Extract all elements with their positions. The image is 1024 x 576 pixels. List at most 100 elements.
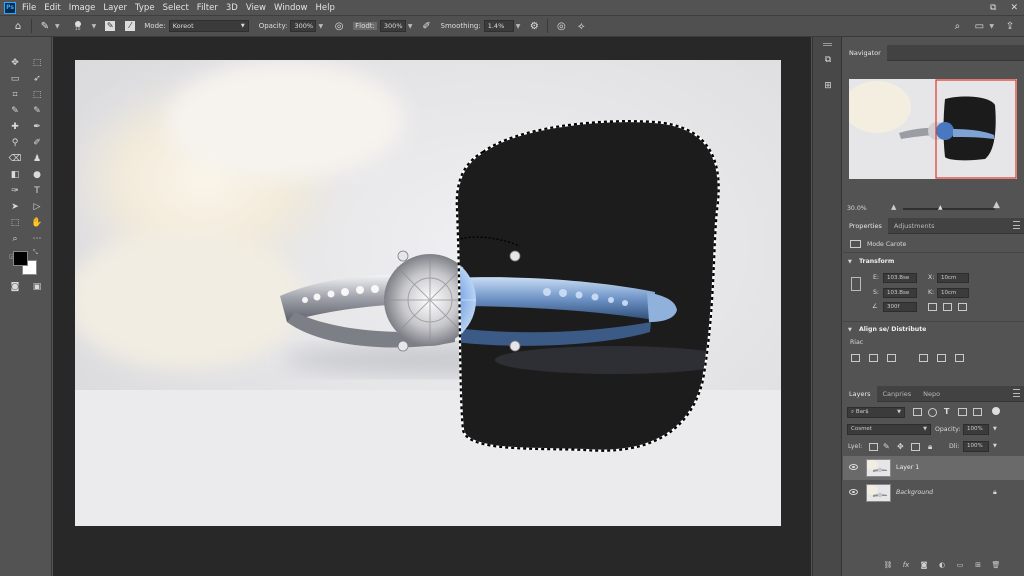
visibility-eye-icon[interactable] (849, 489, 858, 495)
properties-panel-icon[interactable]: ⊞ (821, 81, 835, 93)
panel-menu-icon[interactable] (1013, 221, 1020, 229)
filter-toggle-icon[interactable] (992, 407, 1000, 415)
menu-select[interactable]: Select (163, 3, 189, 13)
chevron-down-icon[interactable]: ▼ (92, 23, 97, 30)
align-top-icon[interactable] (919, 354, 928, 362)
align-right-icon[interactable] (887, 354, 896, 362)
flow-input[interactable]: 300% (379, 20, 406, 32)
tab-channels[interactable]: Canpries (877, 386, 918, 402)
chevron-down-icon[interactable]: ▼ (989, 23, 994, 30)
tab-navigator[interactable]: Navigator (843, 44, 887, 61)
align-bottom-icon[interactable] (955, 354, 964, 362)
menu-file[interactable]: File (22, 3, 36, 13)
close-window-icon[interactable]: ✕ (1010, 3, 1018, 13)
filter-adjustment-icon[interactable] (928, 408, 937, 417)
lock-transparency-icon[interactable] (869, 443, 878, 451)
new-adjustment-layer-icon[interactable]: ◐ (937, 561, 947, 570)
menu-type[interactable]: Type (135, 3, 155, 13)
brush-tool-preset-icon[interactable]: ✎ (37, 19, 53, 33)
pressure-size-icon[interactable]: ◎ (553, 19, 569, 33)
layer-opacity-input[interactable]: 100% (963, 424, 989, 435)
smoothing-input[interactable]: 1.4% (483, 20, 514, 32)
pen-tool-icon[interactable]: ✑ (8, 185, 22, 197)
zoom-in-icon[interactable]: ▲ (993, 200, 1000, 210)
home-icon[interactable]: ⌂ (10, 19, 26, 33)
tab-adjustments[interactable]: Adjustments (888, 218, 941, 234)
navigator-zoom-slider[interactable] (903, 208, 995, 210)
navigator-zoom-value[interactable]: 30.0% (847, 205, 867, 212)
new-group-icon[interactable]: ▭ (955, 561, 965, 570)
eraser-tool-icon[interactable]: ⌫ (8, 153, 22, 165)
stamp-tool-icon[interactable]: ♟ (30, 153, 44, 165)
panel-menu-icon[interactable] (1013, 389, 1020, 397)
pressure-opacity-icon[interactable]: ◎ (331, 19, 347, 33)
foreground-color-swatch[interactable] (13, 251, 28, 266)
hand-tool-icon[interactable]: ✋ (30, 217, 44, 229)
angle-input[interactable]: 300f (883, 302, 917, 312)
lasso-tool-icon[interactable]: ➶ (30, 73, 44, 85)
collapse-panels-icon[interactable] (823, 43, 832, 46)
layer-filter-kind-select[interactable]: ⌕ Bar$ ▼ (847, 407, 905, 418)
layer-name[interactable]: Background (896, 489, 933, 496)
clone-stamp-tool-icon[interactable]: ⚲ (8, 137, 22, 149)
chevron-down-icon[interactable]: ▼ (318, 23, 323, 30)
x-input[interactable]: 10cm (937, 273, 969, 283)
lock-artboard-icon[interactable] (911, 443, 920, 451)
shape-tool-icon[interactable]: ⬚ (8, 217, 22, 229)
more-tools-icon[interactable]: ⋯ (30, 233, 44, 245)
marquee-tool-icon[interactable]: ▭ (8, 73, 22, 85)
document-canvas[interactable] (75, 60, 781, 526)
new-layer-icon[interactable]: ⊞ (973, 561, 983, 570)
layer-name[interactable]: Layer 1 (896, 464, 919, 471)
smoothing-options-gear-icon[interactable]: ⚙ (526, 19, 542, 33)
layer-row-background[interactable]: Background 🔒︎ (843, 481, 1024, 505)
blur-tool-icon[interactable]: ● (30, 169, 44, 181)
filter-smart-object-icon[interactable] (973, 408, 982, 416)
chevron-down-icon[interactable]: ▼ (408, 23, 413, 30)
direct-selection-tool-icon[interactable]: ▷ (30, 201, 44, 213)
lock-position-icon[interactable]: ✥ (897, 442, 904, 451)
filter-type-icon[interactable]: T (944, 407, 949, 416)
tab-layers[interactable]: Layers (843, 385, 877, 402)
chevron-down-icon[interactable]: ▼ (848, 259, 852, 265)
align-center-h-icon[interactable] (869, 354, 878, 362)
link-layers-icon[interactable]: ⛓ (883, 561, 893, 570)
chevron-down-icon[interactable]: ▼ (993, 426, 997, 432)
align-left-icon[interactable] (851, 354, 860, 362)
menu-image[interactable]: Image (69, 3, 96, 13)
filter-pixel-icon[interactable] (913, 408, 922, 416)
layer-row-layer-1[interactable]: Layer 1 (843, 456, 1024, 480)
lock-pixels-icon[interactable]: ✎ (883, 442, 890, 451)
width-input[interactable]: 103.Bse (883, 273, 917, 283)
swap-colors-icon[interactable]: ⤡ (33, 249, 38, 257)
restore-window-icon[interactable]: ⧉ (990, 3, 996, 13)
link-dimensions-icon[interactable] (851, 277, 861, 291)
menu-filter[interactable]: Filter (197, 3, 218, 13)
healing-brush-tool-icon[interactable]: ✚ (8, 121, 22, 133)
filter-shape-icon[interactable] (958, 408, 967, 416)
add-mask-icon[interactable]: ◙ (919, 561, 929, 570)
photoshop-logo-icon[interactable]: Ps (4, 1, 16, 14)
menu-layer[interactable]: Layer (103, 3, 127, 13)
chevron-down-icon[interactable]: ▼ (993, 443, 997, 449)
search-icon[interactable]: ⌕ (949, 19, 965, 33)
chevron-down-icon[interactable]: ▼ (55, 23, 60, 30)
eyedropper-tool-icon[interactable]: ✎ (8, 105, 22, 117)
brush-settings-icon[interactable]: ✎ (102, 19, 118, 33)
screen-mode-icon[interactable]: ▣ (30, 281, 44, 293)
lock-all-icon[interactable]: 🔒︎ (928, 442, 932, 452)
zoom-tool-icon[interactable]: ⌕ (8, 233, 22, 245)
flip-vertical-icon[interactable] (943, 303, 952, 311)
layer-lock-icon[interactable]: 🔒︎ (993, 488, 997, 497)
symmetry-icon[interactable]: ⟡ (573, 19, 589, 33)
mode-select[interactable]: Koreot ▼ (168, 20, 249, 32)
type-tool-icon[interactable]: T (30, 185, 44, 197)
brush-size-picker[interactable]: 10 (66, 20, 90, 32)
zoom-out-icon[interactable]: ▲ (891, 203, 896, 211)
move-tool-icon[interactable]: ✥ (8, 57, 22, 69)
visibility-eye-icon[interactable] (849, 464, 858, 470)
chevron-down-icon[interactable]: ▼ (516, 23, 521, 30)
zoom-slider-thumb[interactable]: ▲ (938, 204, 943, 211)
brush-tool-icon[interactable]: ✒ (30, 121, 44, 133)
menu-view[interactable]: View (246, 3, 266, 13)
